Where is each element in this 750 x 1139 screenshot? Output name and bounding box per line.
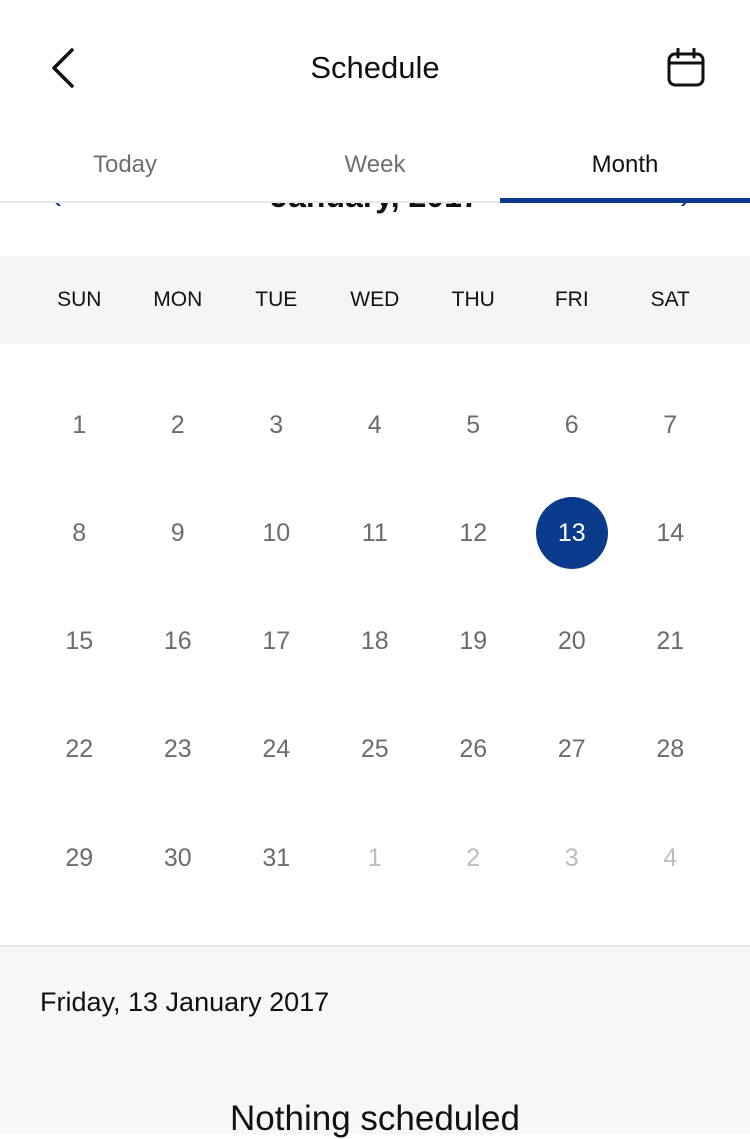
calendar-week-row: 8 9 10 11 12 13 14 (30, 479, 720, 587)
calendar-day[interactable]: 22 (30, 696, 129, 804)
calendar-day[interactable]: 29 (30, 804, 129, 912)
calendar-day[interactable]: 12 (424, 479, 523, 587)
calendar-day[interactable]: 10 (227, 479, 326, 587)
day-number: 17 (262, 627, 291, 656)
day-number: 2 (466, 843, 481, 872)
day-number: 7 (663, 410, 678, 439)
weekday-header: SUN MON TUE WED THU FRI SAT (0, 256, 750, 344)
calendar-day[interactable]: 21 (621, 588, 720, 696)
calendar-grid: 1 2 3 4 5 6 7 8 9 10 11 12 13 14 15 16 17 18 19 20 21 22 23 24 2… (30, 371, 720, 912)
weekday-label: THU (451, 288, 495, 311)
weekday-label: SUN (57, 288, 102, 311)
day-number: 3 (564, 843, 579, 872)
day-number: 8 (72, 518, 87, 547)
day-number: 18 (360, 627, 389, 656)
calendar-day[interactable]: 7 (621, 371, 720, 479)
day-number: 31 (262, 843, 291, 872)
calendar-day[interactable]: 24 (227, 696, 326, 804)
calendar-day[interactable]: 6 (523, 371, 622, 479)
calendar-day[interactable]: 8 (30, 479, 129, 587)
day-number: 16 (163, 627, 192, 656)
day-number: 30 (163, 843, 192, 872)
day-number: 29 (65, 843, 94, 872)
page-title: Schedule (310, 50, 440, 85)
day-number: 23 (163, 735, 192, 764)
day-number: 1 (72, 410, 87, 439)
day-number: 24 (262, 735, 291, 764)
weekday-label: FRI (554, 288, 589, 311)
weekday-label: TUE (255, 288, 298, 311)
calendar-week-row: 22 23 24 25 26 27 28 (30, 696, 720, 804)
calendar-day[interactable]: 17 (227, 588, 326, 696)
calendar-week-row: 15 16 17 18 19 20 21 (30, 588, 720, 696)
day-number: 15 (65, 627, 94, 656)
calendar-day[interactable]: 20 (523, 588, 622, 696)
calendar-day[interactable]: 5 (424, 371, 523, 479)
day-number: 26 (459, 735, 488, 764)
day-number: 21 (656, 627, 685, 656)
calendar-day-selected[interactable]: 13 (523, 479, 622, 587)
calendar-day[interactable]: 15 (30, 588, 129, 696)
calendar-day[interactable]: 30 (129, 804, 228, 912)
day-number: 1 (367, 843, 382, 872)
calendar-day[interactable]: 18 (326, 588, 425, 696)
weekday-label: SAT (650, 288, 690, 311)
day-number: 22 (65, 735, 94, 764)
calendar-day[interactable]: 2 (424, 804, 523, 912)
calendar-day[interactable]: 26 (424, 696, 523, 804)
calendar-day[interactable]: 1 (30, 371, 129, 479)
calendar-icon[interactable] (666, 48, 706, 88)
tab-month[interactable]: Month (500, 125, 750, 203)
tab-today[interactable]: Today (0, 125, 250, 201)
day-number: 13 (535, 497, 608, 570)
day-number: 25 (360, 735, 389, 764)
weekday-label: MON (153, 288, 203, 311)
empty-state-message: Nothing scheduled (230, 1099, 520, 1138)
day-number: 5 (466, 410, 481, 439)
calendar-day[interactable]: 1 (326, 804, 425, 912)
calendar-day[interactable]: 14 (621, 479, 720, 587)
calendar-day[interactable]: 9 (129, 479, 228, 587)
weekday-label: WED (350, 288, 400, 311)
calendar-day[interactable]: 11 (326, 479, 425, 587)
day-number: 12 (459, 518, 488, 547)
calendar-week-row: 1 2 3 4 5 6 7 (30, 371, 720, 479)
day-number: 11 (361, 518, 388, 547)
day-number: 27 (557, 735, 586, 764)
day-number: 9 (170, 518, 185, 547)
calendar-week-row: 29 30 31 1 2 3 4 (30, 804, 720, 912)
calendar-day[interactable]: 28 (621, 696, 720, 804)
day-number: 2 (170, 410, 185, 439)
calendar-day[interactable]: 25 (326, 696, 425, 804)
day-details: Friday, 13 January 2017 Nothing schedule… (0, 947, 750, 1138)
day-number: 10 (262, 518, 291, 547)
calendar-day[interactable]: 23 (129, 696, 228, 804)
calendar-day[interactable]: 4 (621, 804, 720, 912)
calendar-day[interactable]: 3 (227, 371, 326, 479)
calendar-day[interactable]: 27 (523, 696, 622, 804)
day-number: 3 (269, 410, 284, 439)
day-number: 28 (656, 735, 685, 764)
calendar-day[interactable]: 31 (227, 804, 326, 912)
app-header: Schedule (0, 0, 750, 125)
tab-week[interactable]: Week (250, 125, 500, 201)
day-number: 4 (367, 410, 382, 439)
day-number: 20 (557, 627, 586, 656)
selected-date-label: Friday, 13 January 2017 (40, 987, 330, 1017)
view-tabs: Today Week Month (0, 125, 750, 203)
calendar-day[interactable]: 2 (129, 371, 228, 479)
calendar-day[interactable]: 3 (523, 804, 622, 912)
day-number: 14 (656, 518, 685, 547)
day-number: 6 (564, 410, 579, 439)
calendar-day[interactable]: 16 (129, 588, 228, 696)
calendar-day[interactable]: 4 (326, 371, 425, 479)
calendar-day[interactable]: 19 (424, 588, 523, 696)
day-number: 4 (663, 843, 678, 872)
day-number: 19 (459, 627, 488, 656)
